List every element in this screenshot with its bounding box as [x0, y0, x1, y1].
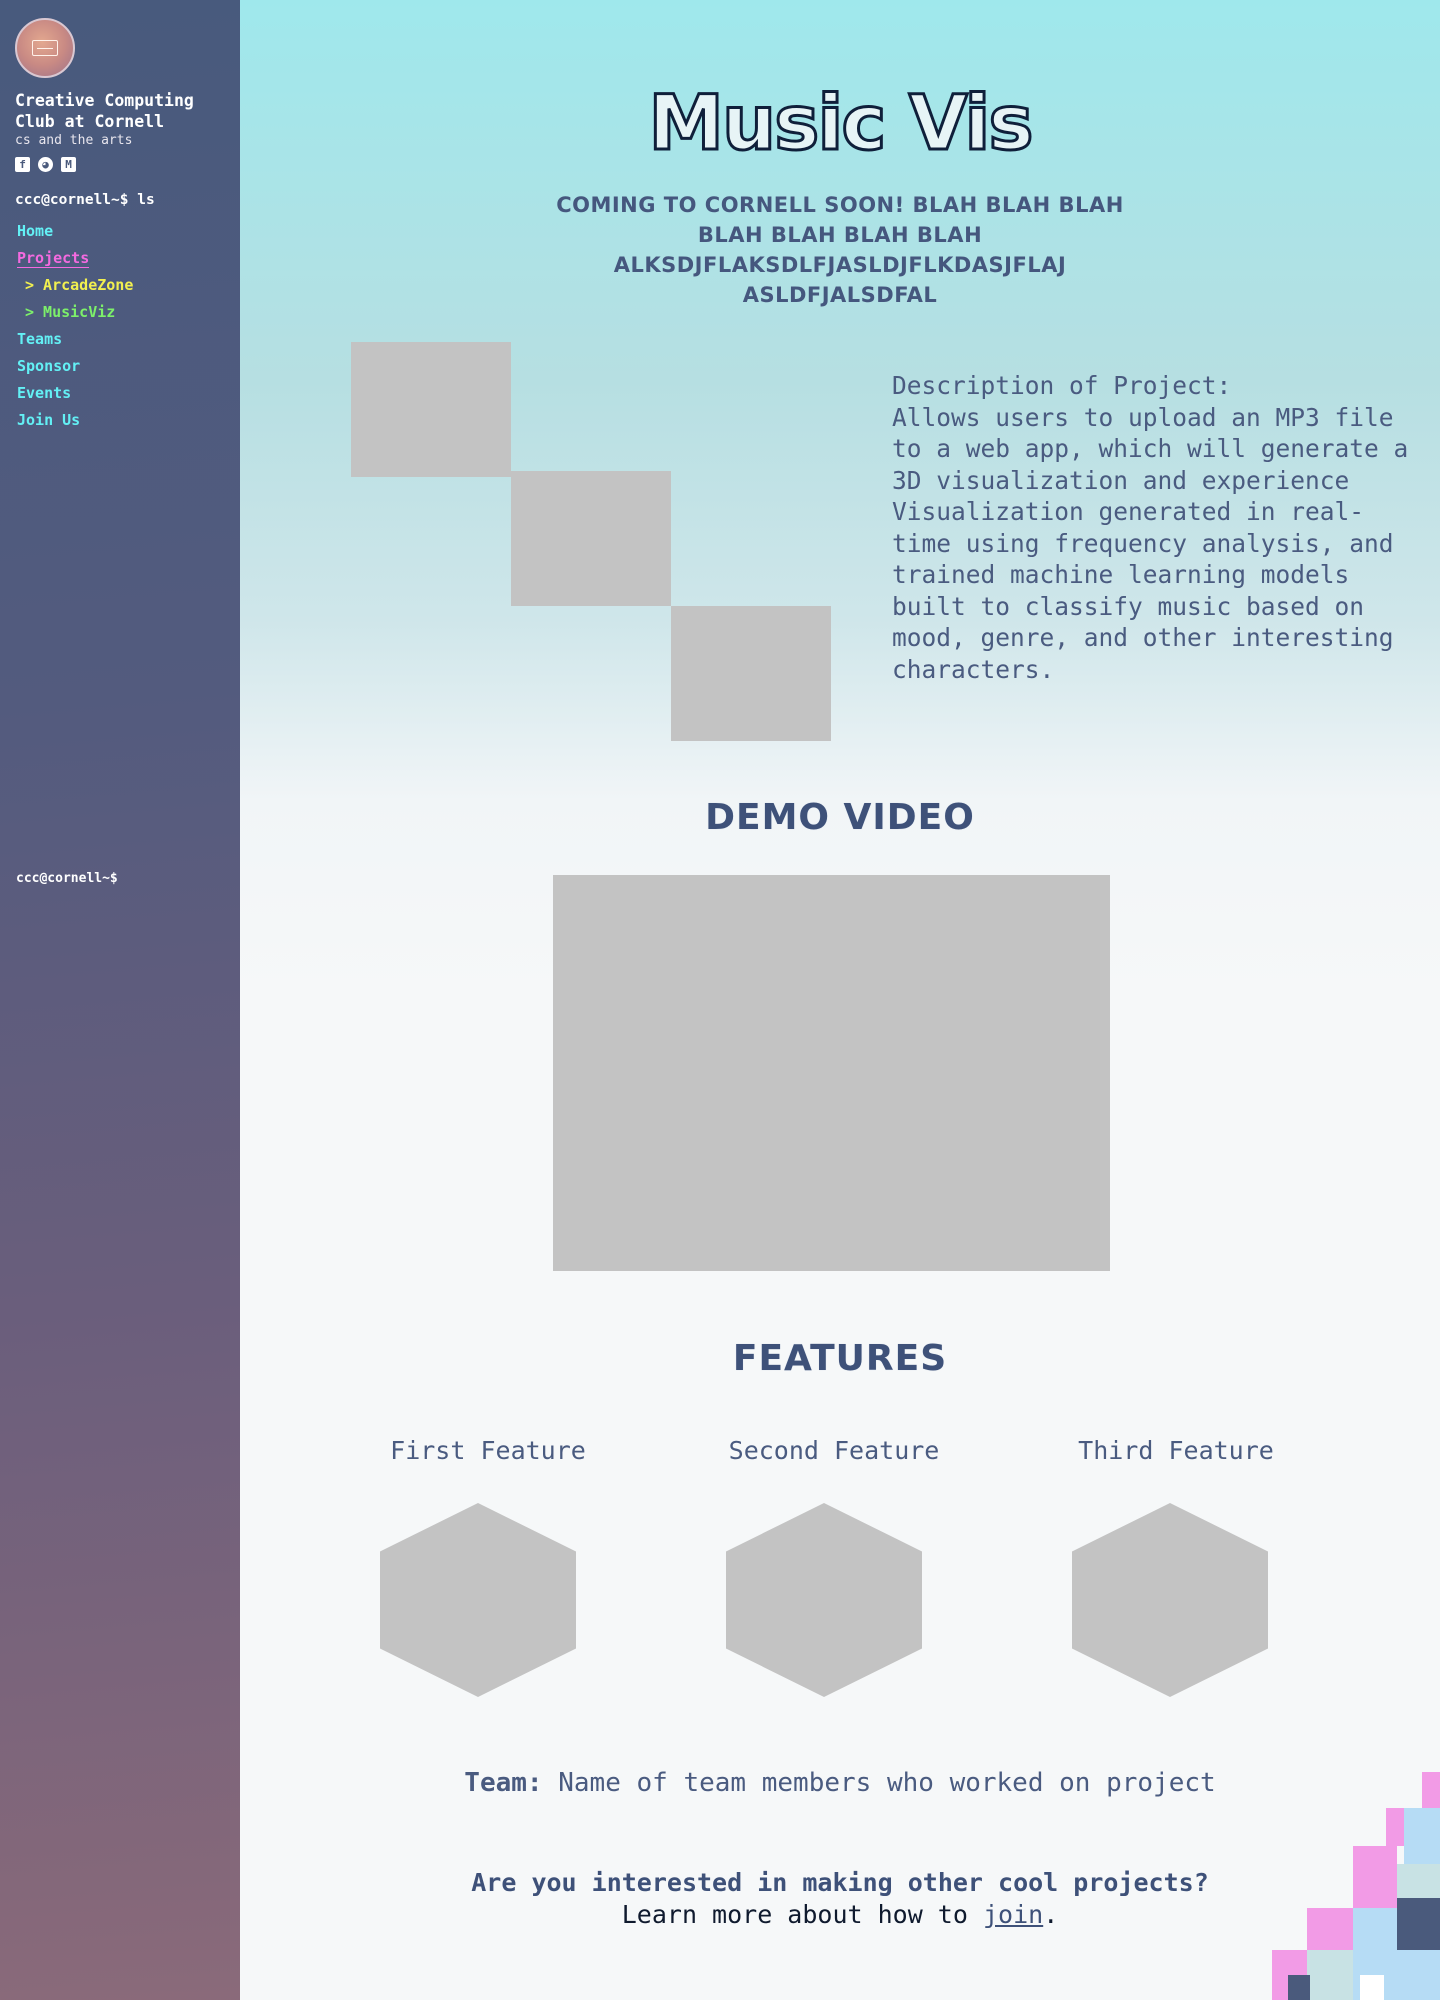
terminal-prompt: ccc@cornell~$ ls — [15, 192, 155, 208]
project-description: Description of Project: Allows users to … — [892, 370, 1412, 685]
feature-hexagon-1 — [380, 1503, 576, 1697]
page-title: Music Vis — [647, 77, 1035, 169]
sidebar-nav: Home Projects > ArcadeZone > MusicViz Te… — [15, 220, 226, 436]
image-placeholder-3 — [671, 606, 831, 741]
main-content: Music Vis Coming to Cornell Soon! Blah b… — [240, 0, 1440, 2000]
demo-video-heading: DEMO VIDEO — [705, 797, 975, 838]
nav-sponsor[interactable]: Sponsor — [15, 355, 226, 382]
description-paragraph-2: Visualization generated in real-time usi… — [892, 497, 1394, 684]
social-links: f ◕ M — [15, 157, 226, 172]
nav-projects[interactable]: Projects — [15, 247, 226, 274]
nav-teams[interactable]: Teams — [15, 328, 226, 355]
sidebar: Creative Computing Club at Cornell cs an… — [0, 0, 240, 2000]
nav-join-us[interactable]: Join Us — [15, 409, 226, 436]
team-credits: Team: Name of team members who worked on… — [240, 1768, 1440, 1798]
nav-events[interactable]: Events — [15, 382, 226, 409]
nav-arcadezone[interactable]: > ArcadeZone — [15, 274, 226, 301]
cta-end: . — [1043, 1900, 1059, 1929]
page-subtitle: Coming to Cornell Soon! Blah blah blah b… — [556, 193, 1124, 307]
medium-icon[interactable]: M — [61, 157, 76, 172]
team-label: Team: — [464, 1768, 543, 1798]
terminal-prompt-bottom: ccc@cornell~$ — [16, 871, 118, 886]
team-members: Name of team members who worked on proje… — [558, 1768, 1216, 1798]
laptop-icon — [32, 40, 58, 56]
description-paragraph-1: Allows users to upload an MP3 file to a … — [892, 402, 1409, 495]
nav-home[interactable]: Home — [15, 220, 226, 247]
club-tagline: cs and the arts — [15, 133, 133, 148]
description-heading: Description of Project: — [892, 371, 1232, 400]
demo-video-player[interactable] — [553, 875, 1110, 1271]
nav-musicviz[interactable]: > MusicViz — [15, 301, 226, 328]
image-placeholder-2 — [511, 471, 671, 606]
features-heading: FEATURES — [732, 1338, 948, 1379]
github-icon[interactable]: ◕ — [38, 157, 53, 172]
cta-question: Are you interested in making other cool … — [471, 1868, 1209, 1897]
image-placeholder-1 — [351, 342, 511, 477]
feature-hexagon-2 — [726, 1503, 922, 1697]
feature-label-2: Second Feature — [728, 1436, 940, 1465]
club-name: Creative Computing Club at Cornell — [15, 91, 194, 131]
cta-text: Learn more about how to — [621, 1900, 968, 1929]
feature-label-1: First Feature — [390, 1436, 586, 1465]
feature-label-3: Third Feature — [1078, 1436, 1274, 1465]
cta-line: Learn more about how to join. — [240, 1900, 1440, 1929]
feature-hexagon-3 — [1072, 1503, 1268, 1697]
join-link[interactable]: join — [983, 1900, 1043, 1929]
facebook-icon[interactable]: f — [15, 157, 30, 172]
club-logo[interactable] — [15, 18, 75, 78]
